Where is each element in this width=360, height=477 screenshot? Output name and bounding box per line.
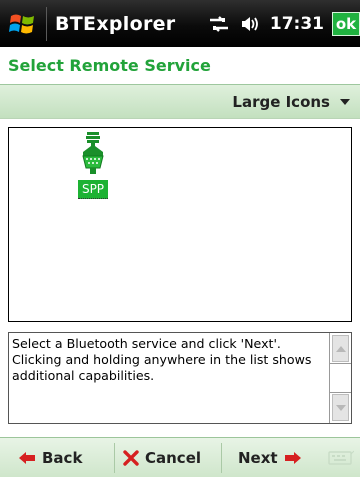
back-arrow-icon <box>19 451 35 464</box>
ok-button[interactable]: ok <box>332 11 360 36</box>
scroll-down-icon <box>335 404 346 411</box>
view-selector[interactable]: Large Icons <box>0 85 360 119</box>
title-separator <box>46 6 47 41</box>
title-bar: BTExplorer 17:31 ok <box>0 0 360 47</box>
scroll-up-button[interactable] <box>332 335 349 362</box>
system-tray: 17:31 ok <box>208 0 360 47</box>
start-button[interactable] <box>0 0 46 47</box>
service-item-spp[interactable]: SPP <box>71 132 115 212</box>
next-label[interactable]: Next <box>238 449 278 467</box>
page-title: Select Remote Service <box>8 56 211 75</box>
volume-icon[interactable] <box>240 15 260 33</box>
back-button[interactable]: Back <box>0 438 114 477</box>
serial-port-icon <box>82 132 104 174</box>
connectivity-icon[interactable] <box>208 15 230 33</box>
softkey-bar: Back Cancel Next <box>0 437 360 477</box>
clock[interactable]: 17:31 <box>270 14 324 34</box>
scroll-up-icon <box>335 345 346 352</box>
keyboard-icon <box>328 450 354 465</box>
back-label[interactable]: Back <box>42 449 82 467</box>
description-box: Select a Bluetooth service and click 'Ne… <box>8 332 352 424</box>
service-label[interactable]: SPP <box>77 180 109 199</box>
description-scrollbar[interactable] <box>329 333 351 423</box>
next-arrow-icon <box>284 451 301 464</box>
scroll-down-button[interactable] <box>332 394 349 421</box>
view-mode-label[interactable]: Large Icons <box>232 93 330 111</box>
app-title: BTExplorer <box>55 12 176 35</box>
cancel-x-icon <box>123 449 139 466</box>
keyboard-button[interactable] <box>328 450 354 466</box>
service-list[interactable]: SPP <box>8 127 352 322</box>
page-header: Select Remote Service <box>0 47 360 85</box>
windows-start-icon <box>9 14 34 33</box>
next-button[interactable]: Next <box>222 438 322 477</box>
cancel-button[interactable]: Cancel <box>115 438 221 477</box>
description-text: Select a Bluetooth service and click 'Ne… <box>12 336 312 383</box>
scroll-thumb[interactable] <box>330 363 351 393</box>
cancel-label[interactable]: Cancel <box>145 449 201 467</box>
dropdown-arrow-icon[interactable] <box>340 98 350 105</box>
